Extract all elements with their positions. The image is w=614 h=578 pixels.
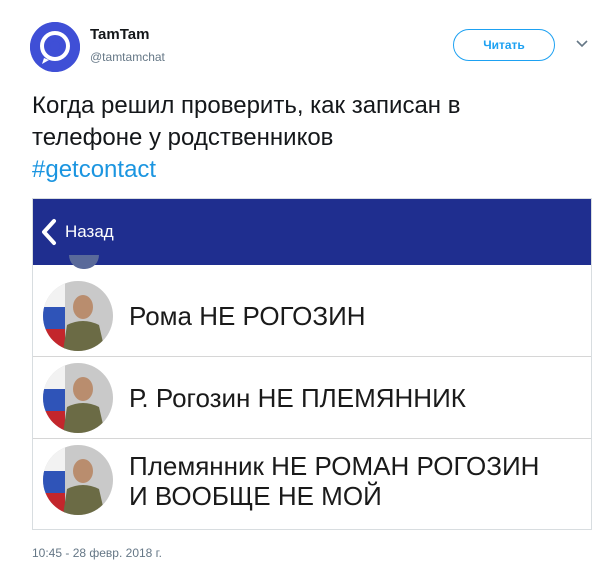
app-navbar: Назад — [33, 199, 591, 265]
contact-photo — [43, 281, 113, 351]
tweet-text-line-1: Когда решил проверить, как записан в — [32, 92, 461, 119]
contact-row: Рома НЕ РОГОЗИН — [33, 275, 591, 357]
contact-name: Племянник НЕ РОМАН РОГОЗИН И ВООБЩЕ НЕ М… — [129, 451, 540, 511]
attached-screenshot[interactable]: Назад Рома НЕ РОГОЗИН Р. Рогозин НЕ ПЛЕМ… — [32, 198, 592, 530]
tweet-timestamp[interactable]: 10:45 - 28 февр. 2018 г. — [32, 546, 162, 560]
hashtag-link[interactable]: #getcontact — [32, 154, 592, 186]
chevron-left-icon — [42, 219, 56, 245]
follow-button[interactable]: Читать — [453, 29, 555, 61]
contact-photo — [43, 363, 113, 433]
tweet-text: Когда решил проверить, как записан в тел… — [32, 90, 592, 186]
tweet-text-line-2: телефоне у родственников — [32, 124, 334, 151]
tweet-header: TamTam @tamtamchat Читать — [0, 0, 614, 80]
chevron-down-icon[interactable] — [574, 36, 590, 52]
contact-row: Р. Рогозин НЕ ПЛЕМЯННИК — [33, 357, 591, 439]
user-name[interactable]: TamTam — [90, 26, 149, 43]
contact-name: Р. Рогозин НЕ ПЛЕМЯННИК — [129, 383, 466, 413]
tamtam-avatar[interactable] — [30, 22, 80, 72]
contact-name: Рома НЕ РОГОЗИН — [129, 301, 366, 331]
user-handle[interactable]: @tamtamchat — [90, 50, 165, 64]
contact-photo — [43, 445, 113, 515]
back-label: Назад — [65, 222, 114, 241]
contact-row: Племянник НЕ РОМАН РОГОЗИН И ВООБЩЕ НЕ М… — [33, 439, 591, 521]
partial-avatar — [69, 255, 99, 269]
tamtam-logo-icon — [30, 22, 80, 72]
back-button: Назад — [39, 217, 114, 247]
